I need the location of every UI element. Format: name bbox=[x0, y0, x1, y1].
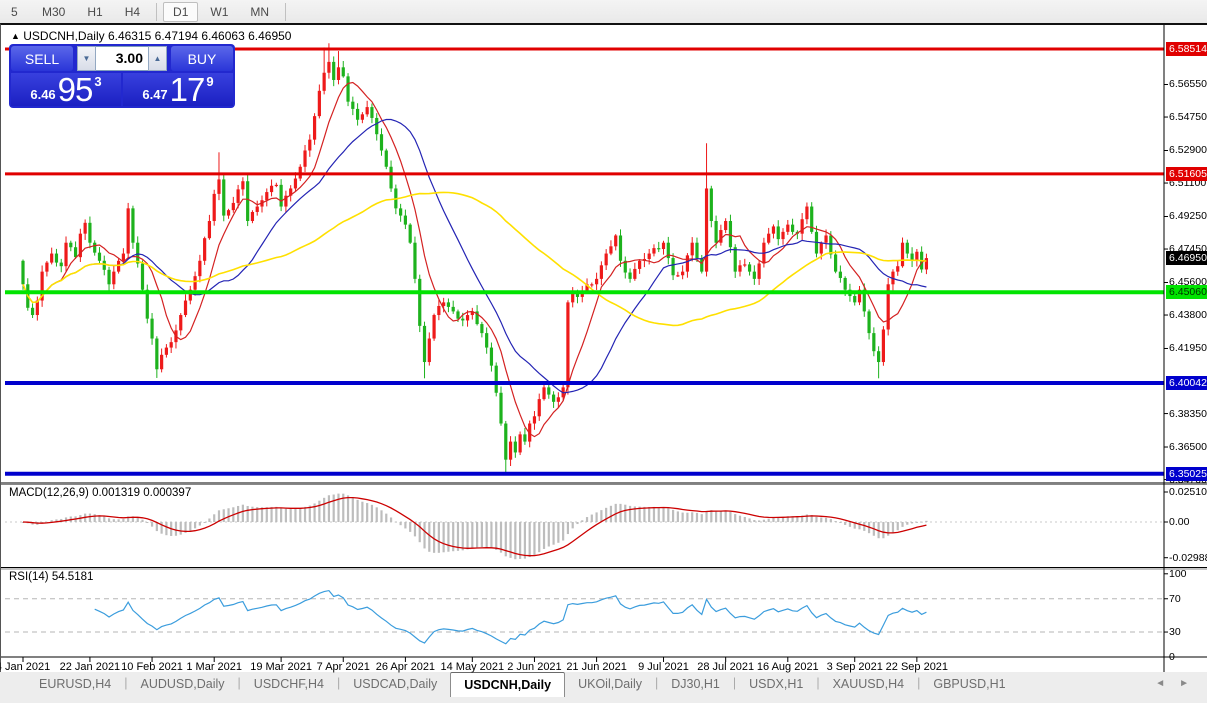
chart-tab-usdx[interactable]: USDX,H1 bbox=[736, 673, 816, 697]
macd-indicator-label: MACD(12,26,9) 0.001319 0.000397 bbox=[9, 487, 191, 499]
volume-decrease-button[interactable]: ▼ bbox=[77, 46, 96, 71]
price-tick-label: 6.49250 bbox=[1169, 210, 1207, 223]
ask-price-sup: 9 bbox=[206, 74, 213, 89]
chart-tab-usdcad[interactable]: USDCAD,Daily bbox=[340, 673, 450, 697]
timeframe-button-mn[interactable]: MN bbox=[240, 2, 279, 22]
level-price-badge: 6.45060 bbox=[1166, 285, 1207, 299]
timeframe-button-partial[interactable]: 5 bbox=[1, 2, 29, 22]
macd-tick-label: 0.025108 bbox=[1169, 486, 1207, 499]
bid-price-prefix: 6.46 bbox=[30, 85, 55, 105]
chart-tab-ukoil[interactable]: UKOil,Daily bbox=[565, 673, 655, 697]
chart-tab-gbpusd[interactable]: GBPUSD,H1 bbox=[920, 673, 1018, 697]
ask-price-prefix: 6.47 bbox=[142, 85, 167, 105]
price-tick-label: 6.41950 bbox=[1169, 342, 1207, 355]
toolbar-separator bbox=[156, 3, 157, 21]
symbol-name: USDCNH,Daily bbox=[23, 29, 104, 43]
timeframe-button-d1[interactable]: D1 bbox=[163, 2, 198, 22]
symbol-arrow-icon: ▲ bbox=[11, 31, 20, 41]
price-tick-label: 6.54750 bbox=[1169, 111, 1207, 124]
level-price-badge: 6.35025 bbox=[1166, 467, 1207, 481]
ohlc-values: 6.46315 6.47194 6.46063 6.46950 bbox=[108, 29, 292, 43]
triangle-down-icon: ▼ bbox=[83, 54, 91, 63]
chart-window: ▲ USDCNH,Daily 6.46315 6.47194 6.46063 6… bbox=[0, 23, 1207, 672]
level-price-badge: 6.51605 bbox=[1166, 167, 1207, 181]
level-price-badge: 6.58514 bbox=[1166, 42, 1207, 56]
rsi-indicator-label: RSI(14) 54.5181 bbox=[9, 571, 93, 583]
chart-tab-usdchf[interactable]: USDCHF,H4 bbox=[241, 673, 337, 697]
rsi-tick-label: 100 bbox=[1169, 568, 1207, 581]
tabs-scroll-right-button[interactable]: ► bbox=[1179, 678, 1189, 689]
rsi-tick-label: 0 bbox=[1169, 651, 1207, 664]
price-tick-label: 6.52900 bbox=[1169, 144, 1207, 157]
timeframe-button-h4[interactable]: H4 bbox=[115, 2, 150, 22]
volume-increase-button[interactable]: ▲ bbox=[148, 46, 167, 71]
price-tick-label: 6.43800 bbox=[1169, 309, 1207, 322]
price-tick-label: 6.56550 bbox=[1169, 78, 1207, 91]
toolbar-separator bbox=[285, 3, 286, 21]
chart-tab-usdcnh[interactable]: USDCNH,Daily bbox=[450, 672, 565, 697]
ask-price-big: 17 bbox=[170, 75, 205, 105]
chart-tab-eurusd[interactable]: EURUSD,H4 bbox=[26, 673, 124, 697]
current-price-badge: 6.46950 bbox=[1166, 251, 1207, 265]
level-price-badge: 6.40042 bbox=[1166, 376, 1207, 390]
macd-tick-label: 0.00 bbox=[1169, 516, 1207, 529]
one-click-trading-panel: SELL ▼ 3.00 ▲ BUY 6.46 95 3 6.47 17 9 bbox=[9, 44, 235, 108]
bid-price-sup: 3 bbox=[94, 74, 101, 89]
ask-price-display[interactable]: 6.47 17 9 bbox=[123, 73, 233, 106]
timeframe-button-w1[interactable]: W1 bbox=[200, 2, 238, 22]
timeframe-toolbar: 5M30H1H4 D1W1MN bbox=[0, 0, 1207, 24]
buy-button[interactable]: BUY bbox=[171, 46, 233, 71]
timeframe-button-h1[interactable]: H1 bbox=[77, 2, 112, 22]
bid-price-display[interactable]: 6.46 95 3 bbox=[11, 73, 121, 106]
chart-tab-dj30[interactable]: DJ30,H1 bbox=[658, 673, 733, 697]
macd-tick-label: -0.029881 bbox=[1169, 552, 1207, 565]
chart-tab-bar: EURUSD,H4|AUDUSD,Daily|USDCHF,H4|USDCAD,… bbox=[0, 672, 1207, 703]
bid-price-big: 95 bbox=[58, 75, 93, 105]
rsi-tick-label: 30 bbox=[1169, 626, 1207, 639]
price-tick-label: 6.38350 bbox=[1169, 408, 1207, 421]
volume-input[interactable]: 3.00 bbox=[96, 46, 148, 71]
chart-symbol-title: ▲ USDCNH,Daily 6.46315 6.47194 6.46063 6… bbox=[11, 29, 291, 43]
price-tick-label: 6.36500 bbox=[1169, 441, 1207, 454]
sell-button[interactable]: SELL bbox=[11, 46, 73, 71]
chart-tab-audusd[interactable]: AUDUSD,Daily bbox=[128, 673, 238, 697]
price-chart[interactable] bbox=[1, 25, 1207, 674]
rsi-tick-label: 70 bbox=[1169, 593, 1207, 606]
date-tick-label: 22 Sep 2021 bbox=[875, 661, 959, 673]
timeframe-button-m30[interactable]: M30 bbox=[32, 2, 75, 22]
tabs-scroll-left-button[interactable]: ◄ bbox=[1155, 678, 1165, 689]
triangle-up-icon: ▲ bbox=[154, 54, 162, 63]
chart-tab-xauusd[interactable]: XAUUSD,H4 bbox=[820, 673, 918, 697]
